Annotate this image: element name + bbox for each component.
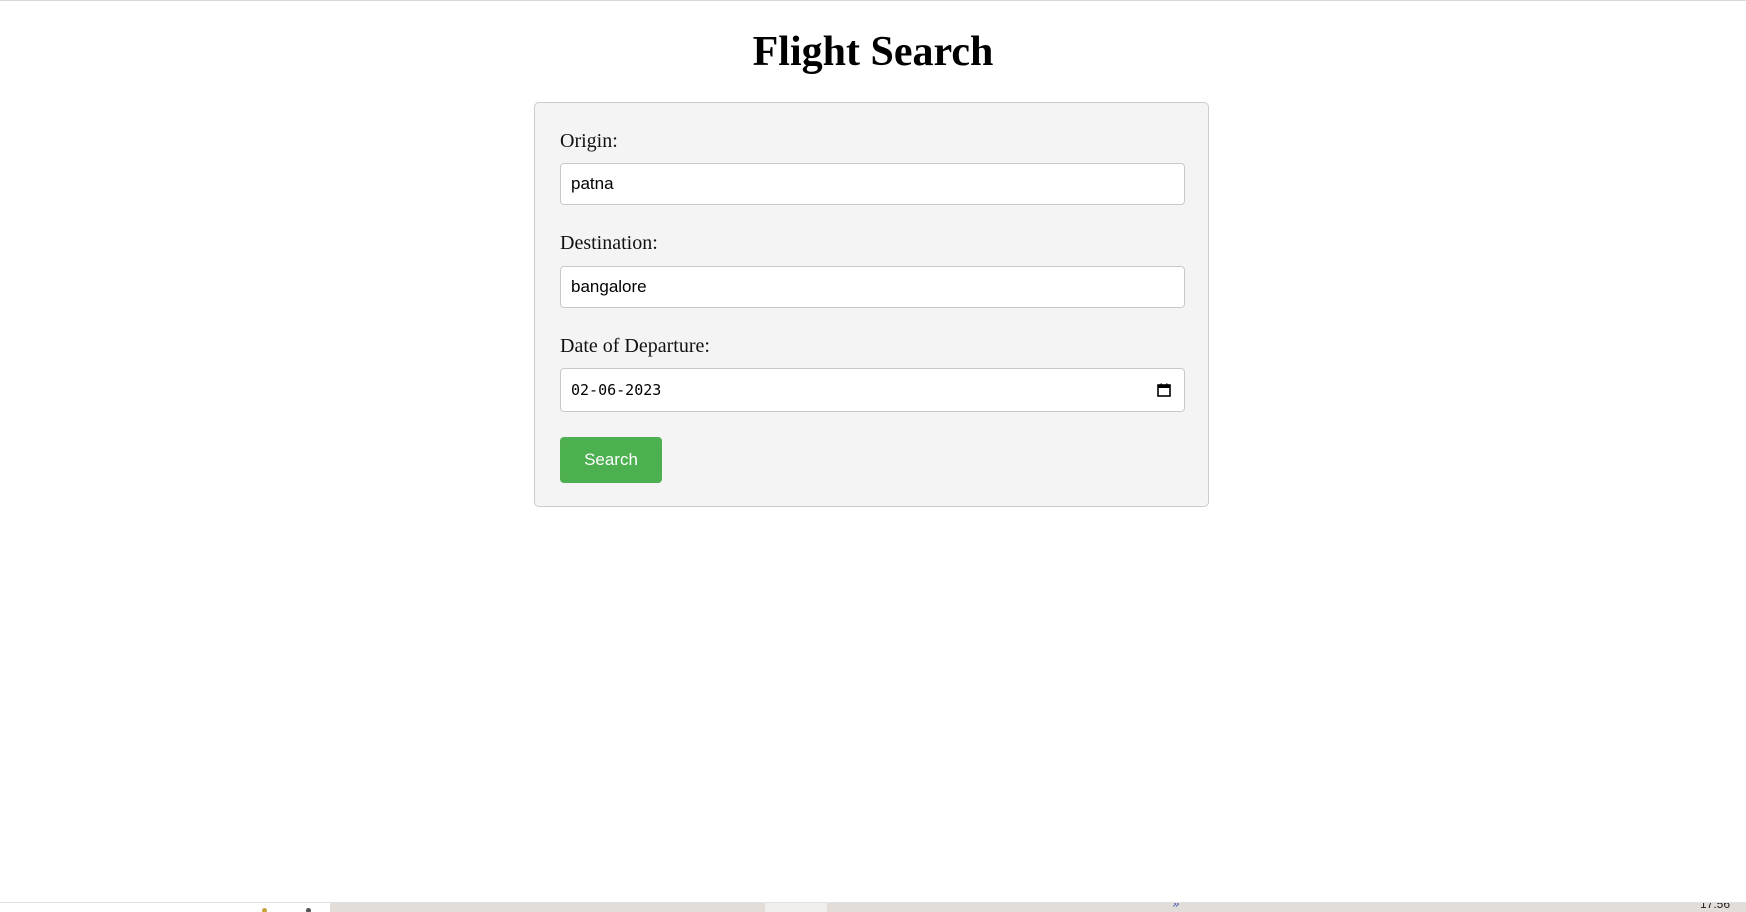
taskbar-app-icon[interactable] [306,908,311,912]
page-title: Flight Search [752,29,994,75]
departure-date-label: Date of Departure: [560,335,710,357]
taskbar-apps-area [330,903,1746,912]
taskbar-clock[interactable]: 17:56 [1700,903,1730,911]
taskbar-overflow-chevron-icon[interactable]: » [1172,903,1180,912]
taskbar: » 17:56 [0,902,1746,912]
window-top-border [0,0,1746,1]
search-button[interactable]: Search [560,437,662,483]
flight-search-form: Origin: patna Destination: bangalore Dat… [534,102,1209,507]
calendar-icon[interactable] [1156,382,1172,398]
taskbar-active-app[interactable] [765,903,827,912]
origin-label: Origin: [560,130,618,152]
taskbar-app-icon[interactable] [262,908,267,912]
departure-date-input[interactable]: 02-06-2023 [560,368,1185,412]
destination-label: Destination: [560,232,658,254]
origin-input[interactable]: patna [560,163,1185,205]
destination-input[interactable]: bangalore [560,266,1185,308]
departure-date-value: 02-06-2023 [571,381,662,399]
